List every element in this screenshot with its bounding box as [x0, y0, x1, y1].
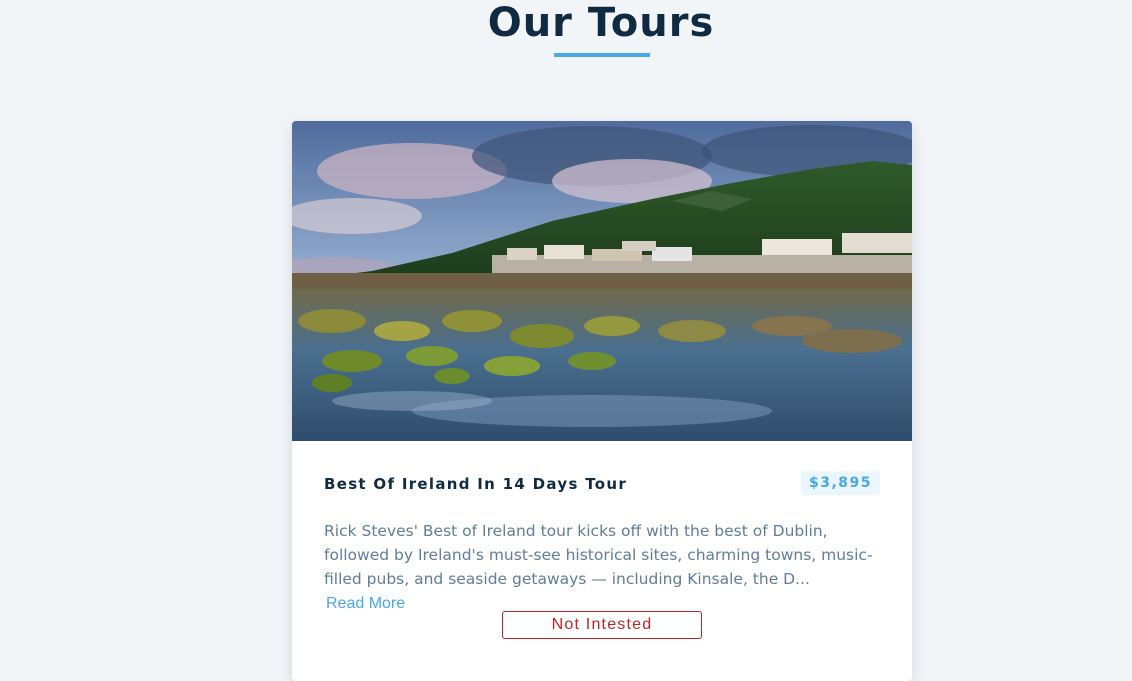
title-underline	[554, 53, 650, 57]
tour-info: Rick Steves' Best of Ireland tour kicks …	[324, 519, 880, 615]
tour-name: Best Of Ireland In 14 Days Tour	[324, 475, 628, 493]
read-more-button[interactable]: Read More	[324, 595, 405, 613]
not-interested-button[interactable]: Not Intested	[502, 611, 702, 639]
page-title: Our Tours	[487, 0, 715, 46]
tour-image	[292, 121, 912, 441]
tour-price: $3,895	[800, 471, 880, 495]
tour-info-text: Rick Steves' Best of Ireland tour kicks …	[324, 522, 873, 588]
tour-card: Best Of Ireland In 14 Days Tour $3,895 R…	[292, 121, 912, 681]
